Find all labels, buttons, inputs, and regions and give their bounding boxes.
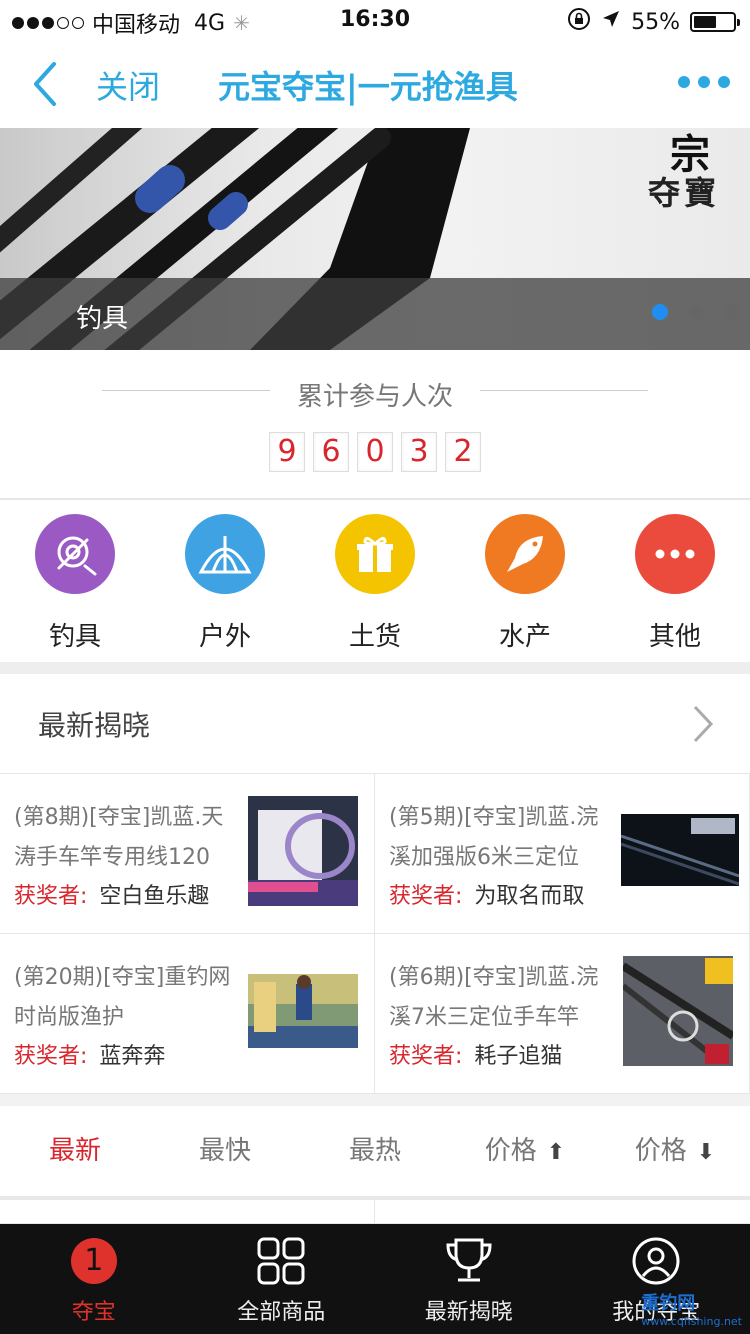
battery-percent: 55% bbox=[631, 9, 680, 35]
more-options-button[interactable] bbox=[678, 76, 730, 88]
reveal-item[interactable]: (第20期)[夺宝]重钓网时尚版渔护 获奖者: 蓝奔奔 bbox=[0, 934, 375, 1094]
tab-fastest[interactable]: 最快 bbox=[150, 1106, 300, 1196]
back-button[interactable] bbox=[28, 60, 64, 108]
product-list-peek bbox=[0, 1200, 750, 1224]
banner-caption-bar: 钓具 bbox=[0, 278, 750, 350]
winner-label: 获奖者: bbox=[14, 884, 88, 909]
fishing-reel-icon bbox=[35, 514, 115, 594]
counter-digit: 2 bbox=[445, 432, 481, 472]
tent-icon bbox=[185, 514, 265, 594]
item-title: (第8期)[夺宝]凯蓝.天涛手车竿专用线120 bbox=[14, 805, 224, 870]
arrow-up-icon: ⬆ bbox=[546, 1140, 566, 1165]
user-icon bbox=[631, 1236, 681, 1286]
carousel-indicator[interactable] bbox=[652, 304, 740, 320]
counter-digit: 0 bbox=[357, 432, 393, 472]
winner-name: 为取名而取 bbox=[474, 884, 585, 909]
latest-reveal-grid: (第8期)[夺宝]凯蓝.天涛手车竿专用线120 获奖者: 空白鱼乐趣 (第5期)[… bbox=[0, 774, 750, 1094]
reveal-item[interactable]: (第6期)[夺宝]凯蓝.浣溪7米三定位手车竿 获奖者: 耗子追猫 bbox=[375, 934, 750, 1094]
page-title: 元宝夺宝|一元抢渔具 bbox=[218, 68, 518, 106]
rotation-lock-icon bbox=[567, 7, 591, 37]
site-watermark: 重钓网 www.cqfishing.net bbox=[641, 1293, 742, 1328]
bottom-tab-bar: 1 夺宝 全部商品 最新揭晓 我的夺宝 重钓网 www.cqfishing.ne… bbox=[0, 1224, 750, 1334]
grid-icon bbox=[256, 1236, 306, 1286]
counter-digit: 9 bbox=[269, 432, 305, 472]
tab-all-products[interactable]: 全部商品 bbox=[188, 1224, 376, 1334]
winner-name: 耗子追猫 bbox=[474, 1044, 563, 1069]
category-bar: 钓具 户外 土货 水产 其他 bbox=[0, 500, 750, 662]
product-thumbnail bbox=[248, 956, 358, 1066]
chevron-right-icon bbox=[692, 704, 714, 748]
gift-icon bbox=[335, 514, 415, 594]
category-label: 其他 bbox=[648, 622, 701, 652]
status-bar: 中国移动 4G ✳ 16:30 55% bbox=[0, 0, 750, 40]
category-label: 土货 bbox=[348, 622, 401, 652]
category-fishing-gear[interactable]: 钓具 bbox=[0, 500, 150, 662]
category-seafood[interactable]: 水产 bbox=[450, 500, 600, 662]
winner-label: 获奖者: bbox=[389, 884, 463, 909]
product-thumbnail bbox=[248, 796, 358, 906]
winner-label: 获奖者: bbox=[389, 1044, 463, 1069]
nav-bar: 关闭 元宝夺宝|一元抢渔具 bbox=[0, 40, 750, 128]
item-title: (第5期)[夺宝]凯蓝.浣溪加强版6米三定位 bbox=[389, 805, 599, 870]
participants-section: 累计参与人次 9 6 0 3 2 bbox=[0, 350, 750, 500]
tab-label: 夺宝 bbox=[71, 1300, 116, 1325]
tab-treasure[interactable]: 1 夺宝 bbox=[0, 1224, 188, 1334]
tab-label: 全部商品 bbox=[237, 1300, 326, 1325]
more-dots-icon bbox=[678, 76, 690, 88]
battery-icon bbox=[690, 12, 740, 32]
sort-tabs: 最新 最快 最热 价格 ⬆ 价格 ⬇ bbox=[0, 1094, 750, 1200]
product-thumbnail bbox=[620, 956, 736, 1066]
location-arrow-icon bbox=[601, 9, 621, 35]
winner-name: 蓝奔奔 bbox=[99, 1044, 166, 1069]
carousel-dot[interactable] bbox=[688, 304, 704, 320]
winner-label: 获奖者: bbox=[14, 1044, 88, 1069]
section-title: 最新揭晓 bbox=[38, 709, 151, 742]
reveal-item[interactable]: (第8期)[夺宝]凯蓝.天涛手车竿专用线120 获奖者: 空白鱼乐趣 bbox=[0, 774, 375, 934]
carousel-dot[interactable] bbox=[724, 304, 740, 320]
tab-label: 最新揭晓 bbox=[424, 1300, 513, 1325]
participants-title: 累计参与人次 bbox=[296, 382, 453, 412]
tab-newest[interactable]: 最新 bbox=[0, 1106, 150, 1196]
tab-latest-reveal[interactable]: 最新揭晓 bbox=[375, 1224, 563, 1334]
close-button[interactable]: 关闭 bbox=[96, 62, 160, 108]
promo-banner[interactable]: 宗 夺寶 钓具 bbox=[0, 128, 750, 350]
category-label: 钓具 bbox=[48, 622, 101, 652]
carousel-dot[interactable] bbox=[652, 304, 668, 320]
category-local-goods[interactable]: 土货 bbox=[300, 500, 450, 662]
latest-reveal-header[interactable]: 最新揭晓 bbox=[0, 674, 750, 774]
product-thumbnail bbox=[620, 796, 740, 906]
item-title: (第6期)[夺宝]凯蓝.浣溪7米三定位手车竿 bbox=[389, 965, 599, 1030]
participants-counter: 9 6 0 3 2 bbox=[0, 432, 750, 472]
tab-hottest[interactable]: 最热 bbox=[300, 1106, 450, 1196]
chevron-left-icon bbox=[34, 62, 56, 106]
category-outdoor[interactable]: 户外 bbox=[150, 500, 300, 662]
category-label: 水产 bbox=[498, 622, 551, 652]
banner-caption: 钓具 bbox=[76, 304, 129, 334]
category-other[interactable]: 其他 bbox=[600, 500, 750, 662]
reveal-item[interactable]: (第5期)[夺宝]凯蓝.浣溪加强版6米三定位 获奖者: 为取名而取 bbox=[375, 774, 750, 934]
tab-price-ascending[interactable]: 价格 ⬆ bbox=[450, 1106, 600, 1196]
winner-name: 空白鱼乐趣 bbox=[99, 884, 210, 909]
category-label: 户外 bbox=[198, 622, 251, 652]
tab-price-descending[interactable]: 价格 ⬇ bbox=[600, 1106, 750, 1196]
section-divider bbox=[0, 662, 750, 674]
divider bbox=[480, 390, 648, 391]
more-dots-icon bbox=[635, 514, 715, 594]
badge-one-icon: 1 bbox=[69, 1236, 119, 1286]
item-title: (第20期)[夺宝]重钓网时尚版渔护 bbox=[14, 965, 231, 1030]
fish-icon bbox=[485, 514, 565, 594]
arrow-down-icon: ⬇ bbox=[696, 1140, 716, 1165]
trophy-icon bbox=[444, 1236, 494, 1286]
counter-digit: 3 bbox=[401, 432, 437, 472]
counter-digit: 6 bbox=[313, 432, 349, 472]
brand-seal: 夺寶 bbox=[647, 174, 720, 212]
